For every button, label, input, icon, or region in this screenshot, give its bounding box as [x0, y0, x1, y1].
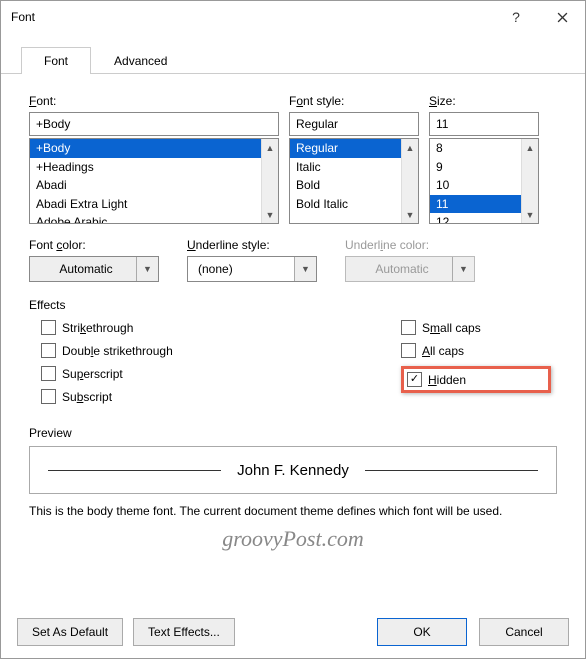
fontcolor-column: Font color: Automatic ▼ — [29, 238, 159, 282]
fontstyle-listbox[interactable]: Regular Italic Bold Bold Italic ▲ ▼ — [289, 138, 419, 224]
close-icon — [557, 12, 568, 23]
underlinecolor-label: Underline color: — [345, 238, 475, 252]
list-item[interactable]: Abadi Extra Light — [30, 195, 261, 214]
underline-label: Underline style: — [187, 238, 317, 252]
effects-left: Strikethrough Double strikethrough Super… — [41, 320, 401, 404]
fontcolor-label: Font color: — [29, 238, 159, 252]
fontcolor-combo[interactable]: Automatic ▼ — [29, 256, 159, 282]
list-item[interactable]: Abadi — [30, 176, 261, 195]
scroll-up-icon[interactable]: ▲ — [262, 139, 278, 156]
checkbox-icon — [41, 366, 56, 381]
underline-combo[interactable]: (none) ▼ — [187, 256, 317, 282]
scrollbar[interactable]: ▲ ▼ — [401, 139, 418, 223]
scroll-down-icon[interactable]: ▼ — [402, 206, 418, 223]
size-label: Size: — [429, 94, 539, 108]
ok-button[interactable]: OK — [377, 618, 467, 646]
scroll-down-icon[interactable]: ▼ — [522, 206, 538, 223]
dialog-body: Font: +Body +Headings Abadi Abadi Extra … — [1, 74, 585, 658]
preview-line — [48, 470, 221, 471]
font-input[interactable] — [29, 112, 279, 136]
combo-row: Font color: Automatic ▼ Underline style:… — [29, 238, 557, 282]
list-item[interactable]: 11 — [430, 195, 521, 214]
checkbox-icon — [401, 343, 416, 358]
font-dialog: Font ? Font Advanced Font: +Body +Headin… — [0, 0, 586, 659]
list-item[interactable]: Bold Italic — [290, 195, 401, 214]
list-item[interactable]: Regular — [290, 139, 401, 158]
tab-font-label: Font — [44, 54, 68, 68]
subscript-checkbox[interactable]: Subscript — [41, 389, 401, 404]
effects-right: Small caps All caps ✓Hidden — [401, 320, 551, 404]
titlebar: Font ? — [1, 1, 585, 33]
tab-advanced-label: Advanced — [114, 54, 167, 68]
size-listbox[interactable]: 8 9 10 11 12 ▲ ▼ — [429, 138, 539, 224]
checkbox-icon — [41, 343, 56, 358]
scrollbar[interactable]: ▲ ▼ — [521, 139, 538, 223]
list-item[interactable]: Adobe Arabic — [30, 213, 261, 224]
checkbox-icon: ✓ — [407, 372, 422, 387]
hidden-checkbox[interactable]: ✓Hidden — [407, 372, 466, 387]
top-row: Font: +Body +Headings Abadi Abadi Extra … — [29, 94, 557, 224]
scroll-up-icon[interactable]: ▲ — [402, 139, 418, 156]
font-listitems: +Body +Headings Abadi Abadi Extra Light … — [30, 139, 261, 224]
superscript-checkbox[interactable]: Superscript — [41, 366, 401, 381]
fontcolor-value: Automatic — [59, 262, 112, 276]
close-button[interactable] — [539, 1, 585, 33]
effects-label: Effects — [29, 298, 557, 312]
fontstyle-label: Font style: — [289, 94, 419, 108]
watermark: groovyPost.com — [29, 526, 557, 552]
size-column: Size: 8 9 10 11 12 ▲ ▼ — [429, 94, 539, 224]
preview-line — [365, 470, 538, 471]
scroll-up-icon[interactable]: ▲ — [522, 139, 538, 156]
list-item[interactable]: +Headings — [30, 158, 261, 177]
fontstyle-listitems: Regular Italic Bold Bold Italic — [290, 139, 401, 213]
fontstyle-column: Font style: Regular Italic Bold Bold Ita… — [289, 94, 419, 224]
doublestrike-checkbox[interactable]: Double strikethrough — [41, 343, 401, 358]
hidden-highlight: ✓Hidden — [401, 366, 551, 393]
tab-font[interactable]: Font — [21, 47, 91, 74]
list-item[interactable]: Italic — [290, 158, 401, 177]
font-listbox[interactable]: +Body +Headings Abadi Abadi Extra Light … — [29, 138, 279, 224]
underline-column: Underline style: (none) ▼ — [187, 238, 317, 282]
preview-label: Preview — [29, 426, 557, 440]
underline-value: (none) — [198, 262, 233, 276]
chevron-down-icon: ▼ — [136, 257, 158, 281]
font-column: Font: +Body +Headings Abadi Abadi Extra … — [29, 94, 279, 224]
strikethrough-checkbox[interactable]: Strikethrough — [41, 320, 401, 335]
set-default-button[interactable]: Set As Default — [17, 618, 123, 646]
scroll-down-icon[interactable]: ▼ — [262, 206, 278, 223]
effects-group: Strikethrough Double strikethrough Super… — [29, 318, 557, 410]
list-item[interactable]: +Body — [30, 139, 261, 158]
checkbox-icon — [41, 320, 56, 335]
scrollbar[interactable]: ▲ ▼ — [261, 139, 278, 223]
list-item[interactable]: 9 — [430, 158, 521, 177]
underlinecolor-combo: Automatic ▼ — [345, 256, 475, 282]
list-item[interactable]: 10 — [430, 176, 521, 195]
list-item[interactable]: 12 — [430, 213, 521, 224]
underlinecolor-value: Automatic — [375, 262, 428, 276]
text-effects-button[interactable]: Text Effects... — [133, 618, 235, 646]
chevron-down-icon: ▼ — [294, 257, 316, 281]
allcaps-checkbox[interactable]: All caps — [401, 343, 551, 358]
list-item[interactable]: Bold — [290, 176, 401, 195]
preview-box: John F. Kennedy — [29, 446, 557, 494]
checkbox-icon — [41, 389, 56, 404]
tab-row: Font Advanced — [1, 47, 585, 74]
fontstyle-input[interactable] — [289, 112, 419, 136]
help-button[interactable]: ? — [493, 1, 539, 33]
font-label: Font: — [29, 94, 279, 108]
footer: Set As Default Text Effects... OK Cancel — [17, 618, 569, 646]
smallcaps-checkbox[interactable]: Small caps — [401, 320, 551, 335]
list-item[interactable]: 8 — [430, 139, 521, 158]
checkbox-icon — [401, 320, 416, 335]
size-listitems: 8 9 10 11 12 — [430, 139, 521, 224]
tab-advanced[interactable]: Advanced — [91, 47, 190, 74]
underlinecolor-column: Underline color: Automatic ▼ — [345, 238, 475, 282]
cancel-button[interactable]: Cancel — [479, 618, 569, 646]
preview-hint: This is the body theme font. The current… — [29, 504, 557, 518]
window-title: Font — [11, 10, 493, 24]
preview-text: John F. Kennedy — [237, 462, 349, 479]
chevron-down-icon: ▼ — [452, 257, 474, 281]
size-input[interactable] — [429, 112, 539, 136]
